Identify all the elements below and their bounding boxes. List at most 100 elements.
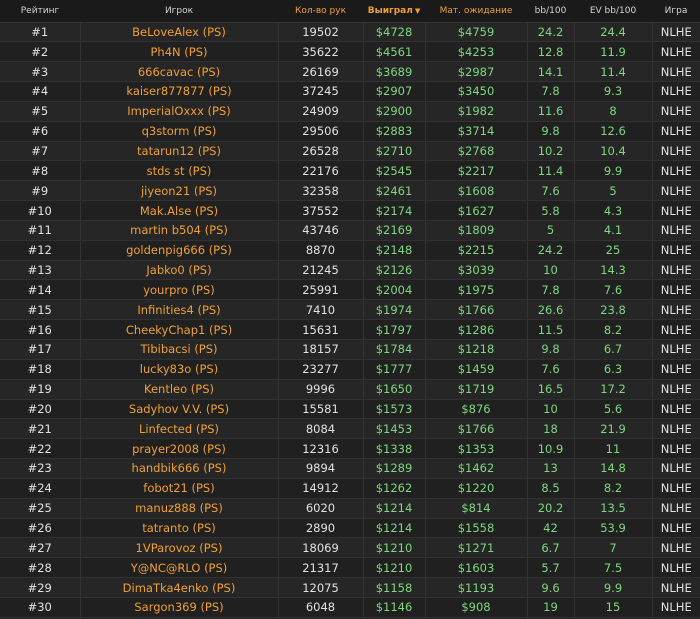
player-link[interactable]: Linfected (PS) bbox=[79, 418, 278, 440]
hands-cell: 24909 bbox=[277, 101, 363, 122]
table-header-row: Рейтинг Игрок Кол-во рук Выиграл ▼ Мат. о… bbox=[0, 0, 700, 23]
game-cell: NLHE bbox=[651, 339, 700, 360]
player-link[interactable]: martin b504 (PS) bbox=[79, 220, 278, 241]
player-link[interactable]: BeLoveAlex (PS) bbox=[79, 22, 278, 43]
column-header-won[interactable]: Выиграл ▼ bbox=[363, 0, 425, 23]
table-body: #1 BeLoveAlex (PS) 19502 $4728 $4759 24.2 24.4… bbox=[0, 22, 700, 618]
player-link[interactable]: tatarun12 (PS) bbox=[79, 141, 278, 162]
hands-cell: 7410 bbox=[277, 299, 363, 321]
won-cell: $2883 bbox=[362, 121, 425, 142]
evbb100-cell: 12.6 bbox=[573, 121, 652, 142]
game-cell: NLHE bbox=[651, 200, 700, 221]
player-link[interactable]: stds st (PS) bbox=[79, 160, 278, 182]
hands-cell: 12075 bbox=[277, 577, 363, 598]
table-row: #25 manuz888 (PS) 6020 $1214 $814 20.2 13.5 NLH… bbox=[0, 498, 700, 519]
ev-cell: $2768 bbox=[424, 141, 527, 162]
player-link[interactable]: yourpro (PS) bbox=[79, 279, 278, 301]
column-header-game: Игра bbox=[652, 0, 700, 23]
hands-cell: 6020 bbox=[277, 498, 363, 519]
rank-cell: #22 bbox=[0, 438, 80, 460]
column-header-ev[interactable]: Мат. ожидание bbox=[425, 0, 527, 23]
player-link[interactable]: Ph4N (PS) bbox=[79, 41, 278, 63]
player-link[interactable]: Sadyhov V.V. (PS) bbox=[79, 399, 278, 420]
player-link[interactable]: ImperialOxxx (PS) bbox=[79, 101, 278, 122]
player-link[interactable]: Y@NC@RLO (PS) bbox=[79, 557, 278, 579]
table-row: #16 CheekyChap1 (PS) 15631 $1797 $1286 11.5 8.… bbox=[0, 319, 700, 340]
ev-cell: $1766 bbox=[424, 418, 527, 440]
bb100-cell: 7.8 bbox=[526, 81, 574, 102]
table-row: #23 handbik666 (PS) 9894 $1289 $1462 13 14.8 NL… bbox=[0, 458, 700, 479]
bb100-cell: 5 bbox=[526, 220, 574, 241]
evbb100-cell: 11.4 bbox=[573, 61, 652, 83]
won-cell: $1210 bbox=[362, 557, 425, 579]
evbb100-cell: 17.2 bbox=[573, 379, 652, 400]
table-row: #12 goldenpig666 (PS) 8870 $2148 $2215 24.2 25… bbox=[0, 240, 700, 261]
player-link[interactable]: DimaTka4enko (PS) bbox=[79, 577, 278, 598]
ev-cell: $1603 bbox=[424, 557, 527, 579]
rank-cell: #1 bbox=[0, 22, 80, 43]
won-cell: $2004 bbox=[362, 279, 425, 301]
ev-cell: $3039 bbox=[424, 260, 527, 281]
ev-cell: $1809 bbox=[424, 220, 527, 241]
won-cell: $1262 bbox=[362, 478, 425, 499]
player-link[interactable]: tatranto (PS) bbox=[79, 518, 278, 539]
ev-cell: $1218 bbox=[424, 339, 527, 360]
hands-cell: 2890 bbox=[277, 518, 363, 539]
player-link[interactable]: q3storm (PS) bbox=[79, 121, 278, 142]
player-link[interactable]: Mak.Alse (PS) bbox=[79, 200, 278, 221]
player-link[interactable]: 1VParovoz (PS) bbox=[79, 537, 278, 559]
bb100-cell: 11.4 bbox=[526, 160, 574, 182]
player-link[interactable]: Jabko0 (PS) bbox=[79, 260, 278, 281]
rank-cell: #17 bbox=[0, 339, 80, 360]
player-link[interactable]: Tibibacsi (PS) bbox=[79, 339, 278, 360]
table-row: #2 Ph4N (PS) 35622 $4561 $4253 12.8 11.9 NLHE bbox=[0, 41, 700, 63]
bb100-cell: 42 bbox=[526, 518, 574, 539]
rank-cell: #24 bbox=[0, 478, 80, 499]
player-link[interactable]: kaiser877877 (PS) bbox=[79, 81, 278, 102]
table-row: #11 martin b504 (PS) 43746 $2169 $1809 5 4.1 NL… bbox=[0, 220, 700, 241]
column-header-hands[interactable]: Кол-во рук bbox=[278, 0, 363, 23]
player-link[interactable]: fobot21 (PS) bbox=[79, 478, 278, 499]
player-link[interactable]: prayer2008 (PS) bbox=[79, 438, 278, 460]
player-link[interactable]: goldenpig666 (PS) bbox=[79, 240, 278, 261]
evbb100-cell: 7.6 bbox=[573, 279, 652, 301]
player-link[interactable]: Sargon369 (PS) bbox=[79, 597, 278, 618]
ev-cell: $2215 bbox=[424, 240, 527, 261]
rank-cell: #15 bbox=[0, 299, 80, 321]
player-link[interactable]: 666cavac (PS) bbox=[79, 61, 278, 83]
hands-cell: 37245 bbox=[277, 81, 363, 102]
bb100-cell: 13 bbox=[526, 458, 574, 479]
game-cell: NLHE bbox=[651, 537, 700, 559]
rank-cell: #21 bbox=[0, 418, 80, 440]
evbb100-cell: 14.3 bbox=[573, 260, 652, 281]
player-link[interactable]: jiyeon21 (PS) bbox=[79, 180, 278, 202]
bb100-cell: 24.2 bbox=[526, 22, 574, 43]
evbb100-cell: 53.9 bbox=[573, 518, 652, 539]
bb100-cell: 18 bbox=[526, 418, 574, 440]
column-header-won-label: Выиграл bbox=[367, 5, 413, 16]
ev-cell: $2987 bbox=[424, 61, 527, 83]
ev-cell: $876 bbox=[424, 399, 527, 420]
player-link[interactable]: Kentleo (PS) bbox=[79, 379, 278, 400]
won-cell: $1146 bbox=[362, 597, 425, 618]
game-cell: NLHE bbox=[651, 279, 700, 301]
ev-cell: $1462 bbox=[424, 458, 527, 479]
rank-cell: #11 bbox=[0, 220, 80, 241]
hands-cell: 19502 bbox=[277, 22, 363, 43]
player-link[interactable]: lucky83o (PS) bbox=[79, 359, 278, 380]
player-link[interactable]: CheekyChap1 (PS) bbox=[79, 319, 278, 340]
player-link[interactable]: manuz888 (PS) bbox=[79, 498, 278, 519]
player-link[interactable]: Infinities4 (PS) bbox=[79, 299, 278, 321]
game-cell: NLHE bbox=[651, 518, 700, 539]
rank-cell: #2 bbox=[0, 41, 80, 63]
won-cell: $2174 bbox=[362, 200, 425, 221]
game-cell: NLHE bbox=[651, 379, 700, 400]
rank-cell: #12 bbox=[0, 240, 80, 261]
game-cell: NLHE bbox=[651, 121, 700, 142]
player-link[interactable]: handbik666 (PS) bbox=[79, 458, 278, 479]
bb100-cell: 26.6 bbox=[526, 299, 574, 321]
table-row: #22 prayer2008 (PS) 12316 $1338 $1353 10.9 11 N… bbox=[0, 438, 700, 460]
game-cell: NLHE bbox=[651, 81, 700, 102]
won-cell: $4728 bbox=[362, 22, 425, 43]
evbb100-cell: 9.9 bbox=[573, 160, 652, 182]
